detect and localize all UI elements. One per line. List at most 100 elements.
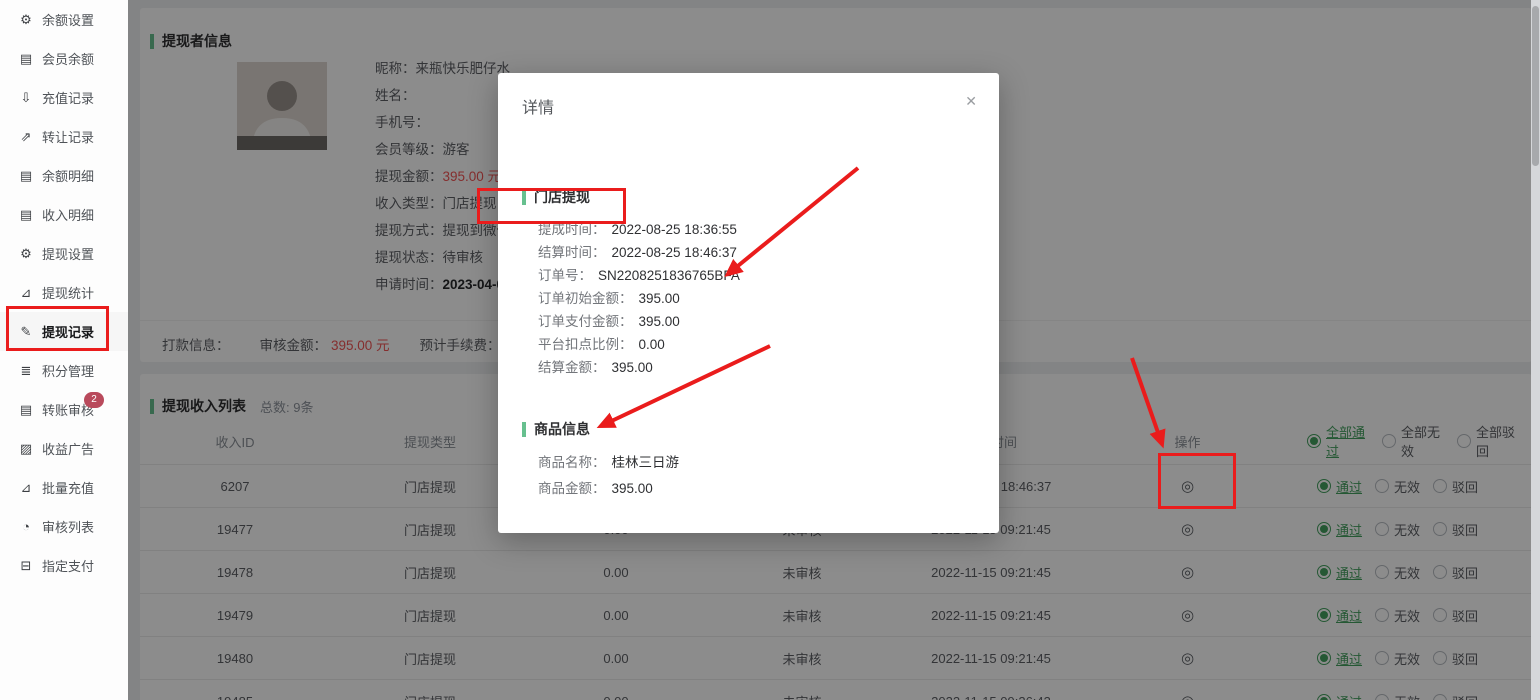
row-audit-option[interactable]: 无效 <box>1375 520 1420 539</box>
avatar <box>237 62 327 150</box>
row-audit-option[interactable]: 无效 <box>1375 606 1420 625</box>
sidebar-item-points-manage[interactable]: ≣积分管理 <box>0 351 128 390</box>
row-audit-option[interactable]: 通过 <box>1317 606 1362 625</box>
sidebar-item-member-balance[interactable]: ▤ 会员余额 <box>0 39 128 78</box>
view-icon[interactable]: ◎ <box>1181 564 1194 581</box>
radio-icon[interactable] <box>1375 651 1389 665</box>
row-audit-option[interactable]: 通过 <box>1317 520 1362 539</box>
table-cell: 2022-11-15 09:26:43 <box>902 694 1080 700</box>
radio-icon[interactable] <box>1375 565 1389 579</box>
radio-icon[interactable] <box>1317 522 1331 536</box>
radio-icon[interactable] <box>1375 522 1389 536</box>
table-cell: 19480 <box>140 651 330 666</box>
row-audit-cell: 通过 无效 驳回 <box>1295 692 1532 700</box>
sidebar-item-withdraw-stats[interactable]: ⊿提现统计 <box>0 273 128 312</box>
audit-all-option[interactable]: 全部驳回 <box>1457 422 1519 460</box>
row-audit-option[interactable]: 通过 <box>1317 563 1362 582</box>
radio-icon[interactable] <box>1317 608 1331 622</box>
radio-icon[interactable] <box>1433 479 1447 493</box>
coins-icon: ≣ <box>18 363 34 379</box>
view-icon[interactable]: ◎ <box>1181 521 1194 538</box>
modal-detail-row: 提成时间：2022-08-25 18:36:55 <box>538 218 975 241</box>
radio-icon[interactable] <box>1307 434 1321 448</box>
info-field: 姓名： <box>375 82 512 109</box>
radio-icon[interactable] <box>1317 694 1331 700</box>
row-audit-option[interactable]: 无效 <box>1375 649 1420 668</box>
detail-value: 395.00 <box>612 360 653 375</box>
audit-all-option-label: 全部通过 <box>1326 422 1369 460</box>
sidebar-item-label: 收入明细 <box>42 205 94 224</box>
table-cell: 门店提现 <box>330 606 530 625</box>
table-cell: 门店提现 <box>330 692 530 700</box>
row-audit-option[interactable]: 无效 <box>1375 692 1420 700</box>
row-actions: ◎ <box>1080 606 1295 624</box>
row-audit-option-label: 通过 <box>1336 477 1362 496</box>
table-cell: 未审核 <box>702 649 902 668</box>
radio-icon[interactable] <box>1375 479 1389 493</box>
modal-section: 门店提现提成时间：2022-08-25 18:36:55结算时间：2022-08… <box>498 187 999 379</box>
modal-detail-row: 结算金额：395.00 <box>538 356 975 379</box>
radio-icon[interactable] <box>1317 651 1331 665</box>
view-icon[interactable]: ◎ <box>1181 693 1194 700</box>
field-label: 提现金额： <box>375 169 443 184</box>
radio-icon[interactable] <box>1375 694 1389 700</box>
sidebar-item-assigned-payment[interactable]: ⊟指定支付 <box>0 546 128 585</box>
detail-value: 2022-08-25 18:36:55 <box>612 222 737 237</box>
sidebar-item-label: 会员余额 <box>42 49 94 68</box>
row-audit-option[interactable]: 驳回 <box>1433 606 1478 625</box>
radio-icon[interactable] <box>1433 651 1447 665</box>
row-audit-option[interactable]: 通过 <box>1317 649 1362 668</box>
scrollbar[interactable] <box>1531 0 1540 700</box>
avatar-placeholder <box>237 62 327 150</box>
radio-icon[interactable] <box>1433 522 1447 536</box>
radio-icon[interactable] <box>1457 434 1471 448</box>
sidebar-item-batch-recharge[interactable]: ⊿批量充值 <box>0 468 128 507</box>
row-audit-radio-group: 通过无效驳回 <box>1317 649 1491 668</box>
sidebar-item-balance-detail[interactable]: ▤余额明细 <box>0 156 128 195</box>
sidebar-item-income-detail[interactable]: ▤收入明细 <box>0 195 128 234</box>
modal-section-rows: 提成时间：2022-08-25 18:36:55结算时间：2022-08-25 … <box>522 218 975 379</box>
pay-icon: ⊟ <box>18 558 34 574</box>
table-cell: 2022-11-15 09:21:45 <box>902 565 1080 580</box>
table-cell: 2022-11-15 09:21:45 <box>902 651 1080 666</box>
radio-icon[interactable] <box>1433 694 1447 700</box>
row-audit-cell: 通过无效驳回 <box>1295 606 1532 625</box>
scrollbar-thumb[interactable] <box>1532 6 1539 166</box>
radio-icon[interactable] <box>1382 434 1396 448</box>
view-icon[interactable]: ◎ <box>1181 478 1194 495</box>
field-label: 手机号： <box>375 115 429 130</box>
sidebar-item-audit-list[interactable]: ◔审核列表 <box>0 507 128 546</box>
sidebar-item-balance-settings[interactable]: ⚙余额设置 <box>0 0 128 39</box>
row-audit-cell: 通过无效驳回 <box>1295 649 1532 668</box>
row-audit-option-label: 通过 <box>1336 692 1362 700</box>
audit-all-option[interactable]: 全部通过 <box>1307 422 1369 460</box>
view-icon[interactable]: ◎ <box>1181 607 1194 624</box>
radio-icon[interactable] <box>1375 608 1389 622</box>
sidebar-item-withdraw-records[interactable]: ✎提现记录 <box>0 312 128 351</box>
row-audit-option[interactable]: 无效 <box>1375 563 1420 582</box>
sidebar-item-transfer-audit[interactable]: ▤转账审核2 <box>0 390 128 429</box>
row-audit-option[interactable]: 通过 <box>1317 692 1362 700</box>
row-audit-option[interactable]: 无效 <box>1375 477 1420 496</box>
radio-icon[interactable] <box>1317 479 1331 493</box>
audit-all-option[interactable]: 全部无效 <box>1382 422 1444 460</box>
sidebar-item-revenue-ads[interactable]: ▨收益广告 <box>0 429 128 468</box>
row-audit-option[interactable]: 驳回 <box>1433 563 1478 582</box>
sidebar-item-withdraw-settings[interactable]: ⚙提现设置 <box>0 234 128 273</box>
close-icon[interactable]: ✕ <box>965 93 977 110</box>
row-audit-option[interactable]: 通过 <box>1317 477 1362 496</box>
view-icon[interactable]: ◎ <box>1181 650 1194 667</box>
sidebar-item-transfer-records[interactable]: ⇗转让记录 <box>0 117 128 156</box>
radio-icon[interactable] <box>1433 565 1447 579</box>
row-audit-option[interactable]: 驳回 <box>1433 520 1478 539</box>
table-cell: 未审核 <box>702 692 902 700</box>
sidebar-item-recharge-records[interactable]: ⇩充值记录 <box>0 78 128 117</box>
row-audit-option[interactable]: 驳回 <box>1433 692 1478 700</box>
modal-detail-row: 结算时间：2022-08-25 18:46:37 <box>538 241 975 264</box>
radio-icon[interactable] <box>1433 608 1447 622</box>
row-audit-option-label: 无效 <box>1394 477 1420 496</box>
radio-icon[interactable] <box>1317 565 1331 579</box>
row-audit-option[interactable]: 驳回 <box>1433 649 1478 668</box>
row-audit-option[interactable]: 驳回 <box>1433 477 1478 496</box>
book-icon: ▤ <box>18 51 34 67</box>
